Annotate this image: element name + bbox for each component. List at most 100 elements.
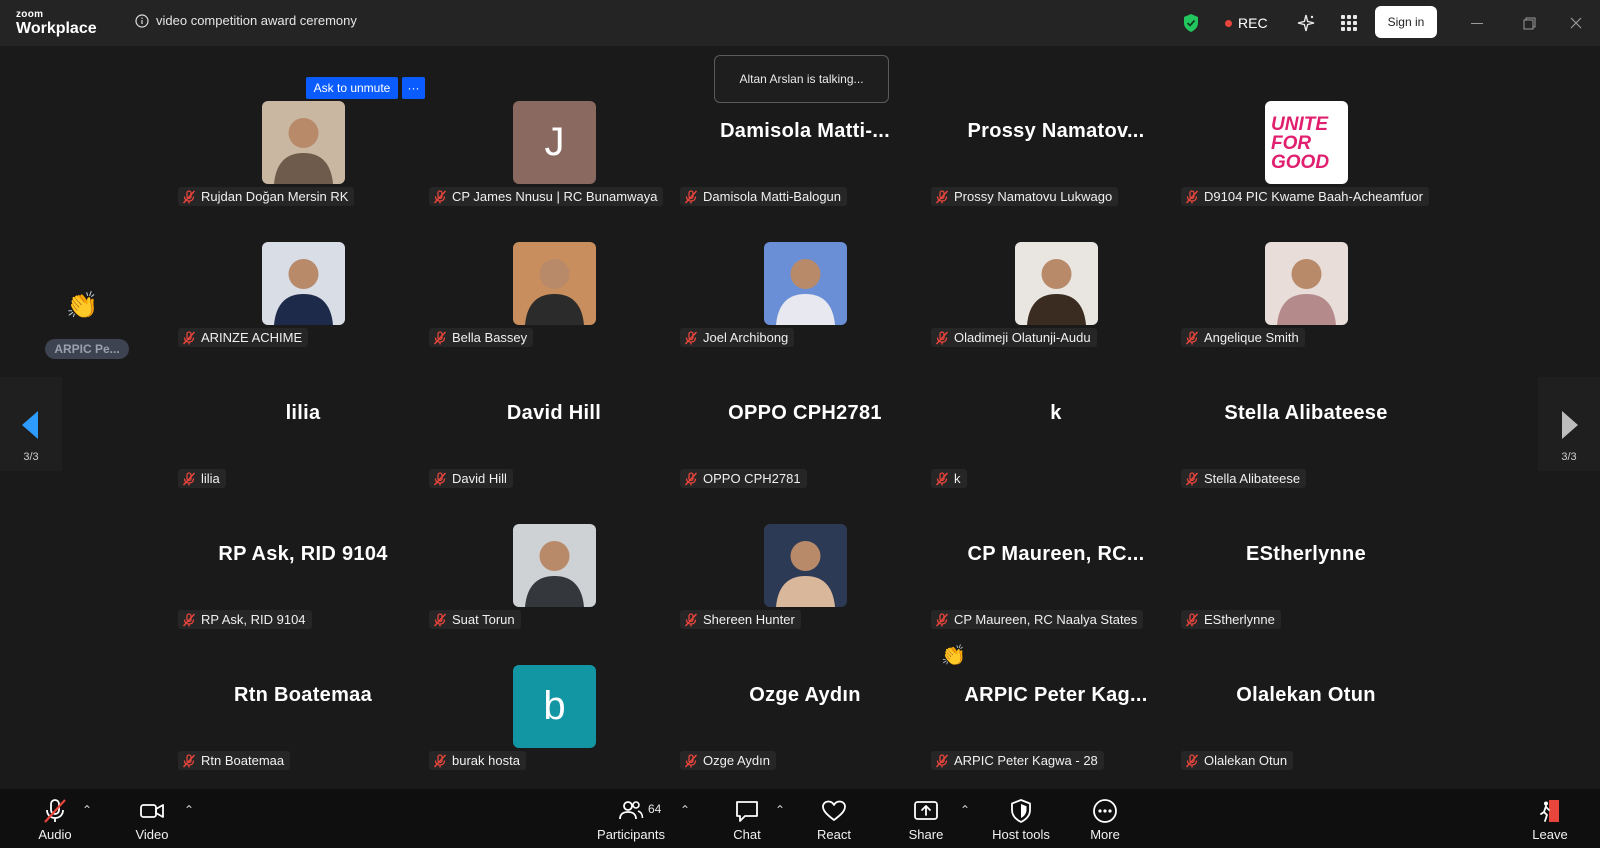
participant-tile[interactable]: Suat Torun [429,500,679,641]
share-button[interactable]: Share [904,789,948,848]
video-button[interactable]: Video [130,789,174,848]
audio-button[interactable]: Audio [33,789,77,848]
participant-name-label: EStherlynne [1181,610,1281,629]
side-participant-pill[interactable]: ARPIC Pe... [45,339,129,359]
participant-name-label: ARPIC Peter Kagwa - 28 [931,751,1104,770]
mic-muted-icon [1185,753,1199,768]
minimize-icon[interactable] [1468,14,1486,32]
participant-name-text: ARPIC Peter Kagwa - 28 [954,753,1098,768]
participant-name-label: lilia [178,469,226,488]
share-screen-icon [914,801,938,820]
participant-video-thumbnail [764,242,847,325]
participant-tile[interactable]: Rtn Boatemaa Rtn Boatemaa [178,641,428,782]
participant-name-label: Angelique Smith [1181,328,1305,347]
mic-muted-icon [935,189,949,204]
participant-name-text: Bella Bassey [452,330,528,345]
mic-muted-icon [433,471,447,486]
react-button[interactable]: React [812,789,856,848]
participant-tile[interactable]: kk [931,359,1181,500]
maximize-icon[interactable] [1520,14,1538,32]
leave-button[interactable]: Leave [1528,789,1572,848]
next-page-button[interactable]: 3/3 [1538,377,1600,471]
meeting-title[interactable]: video competition award ceremony [135,13,357,28]
participants-button[interactable]: Participants [594,789,668,848]
mic-muted-icon [684,471,698,486]
participant-name-label: Prossy Namatovu Lukwago [931,187,1119,206]
mic-muted-icon [433,189,447,204]
participant-tile[interactable]: Stella Alibateese Stella Alibateese [1181,359,1431,500]
participant-tile[interactable]: UNITE FOR GOOD D9104 PIC Kwame Baah-Acheamf… [1181,77,1431,218]
meeting-title-text: video competition award ceremony [156,13,357,28]
participant-name-text: D9104 PIC Kwame Baah-Acheamfuor [1204,189,1423,204]
participant-tile[interactable]: ARINZE ACHIME [178,218,428,359]
mic-muted-icon [182,612,196,627]
participant-name-label: RP Ask, RID 9104 [178,610,312,629]
participant-tile[interactable]: lilia lilia [178,359,428,500]
sign-in-button[interactable]: Sign in [1375,6,1437,38]
participant-count: 64 [648,802,662,816]
participant-display-name: Olalekan Otun [1236,684,1376,706]
share-options-chevron-icon[interactable]: ⌃ [960,803,970,817]
participant-name-label: Joel Archibong [680,328,795,347]
recording-indicator[interactable]: REC [1225,0,1268,46]
participant-tile[interactable]: OPPO CPH2781 OPPO CPH2781 [680,359,930,500]
participant-display-name: Stella Alibateese [1224,402,1388,424]
mic-muted-icon [182,330,196,345]
participant-tile[interactable]: Oladimeji Olatunji-Audu [931,218,1181,359]
participant-tile[interactable]: Ozge Aydın Ozge Aydın [680,641,930,782]
participant-tile[interactable]: Bella Bassey [429,218,679,359]
mic-muted-icon [433,753,447,768]
participant-name-label: ARINZE ACHIME [178,328,309,347]
ai-companion-icon[interactable] [1296,0,1316,46]
video-camera-icon [140,804,164,818]
participant-display-name: Damisola Matti-... [720,120,890,142]
participant-tile[interactable]: CP Maureen, RC... CP Maureen, RC Naalya S… [931,500,1181,667]
previous-page-button[interactable]: 3/3 [0,377,62,471]
mic-off-icon [44,799,66,823]
audio-options-chevron-icon[interactable]: ⌃ [82,803,92,817]
participant-tile[interactable]: Rujdan Doğan Mersin RK [178,77,428,218]
participant-tile[interactable]: Angelique Smith [1181,218,1431,359]
participant-name-label: CP Maureen, RC Naalya States [931,610,1144,629]
zoom-logo: zoom Workplace [16,9,97,37]
mic-muted-icon [433,612,447,627]
mic-muted-icon [684,189,698,204]
participant-name-label: Olalekan Otun [1181,751,1294,770]
participant-tile[interactable]: ARPIC Peter Kag... ARPIC Peter Kagwa - 28 [931,641,1181,782]
leave-door-icon [1540,800,1559,822]
participants-options-chevron-icon[interactable]: ⌃ [680,803,690,817]
participant-name-label: OPPO CPH2781 [680,469,807,488]
participant-tile[interactable]: Joel Archibong [680,218,930,359]
participant-tile[interactable]: J CP James Nnusu | RC Bunamwaya [429,77,679,218]
more-button[interactable]: More [1083,789,1127,848]
participant-tile[interactable]: b burak hosta [429,641,679,782]
chat-options-chevron-icon[interactable]: ⌃ [775,803,785,817]
encryption-shield-icon[interactable] [1182,0,1200,46]
participant-name-text: ARINZE ACHIME [201,330,303,345]
participant-tile[interactable]: EStherlynne EStherlynne [1181,500,1431,641]
participant-letter-avatar: J [513,101,596,184]
participant-tile[interactable]: Prossy Namatov... Prossy Namatovu Lukwago [931,77,1181,218]
participant-tile[interactable]: Damisola Matti-... Damisola Matti-Balogun [680,77,930,218]
participant-tile[interactable]: Shereen Hunter [680,500,930,641]
chat-button[interactable]: Chat [725,789,769,848]
participant-video-thumbnail [764,524,847,607]
participant-video-thumbnail [262,242,345,325]
participant-display-name: RP Ask, RID 9104 [218,543,388,565]
participant-name-label: burak hosta [429,751,526,770]
participant-name-label: Damisola Matti-Balogun [680,187,848,206]
host-tools-button[interactable]: Host tools [990,789,1052,848]
apps-grid-icon[interactable] [1340,0,1358,46]
host-shield-icon [1011,799,1031,823]
participants-icon [619,801,644,820]
participant-tile[interactable]: Olalekan Otun Olalekan Otun [1181,641,1431,782]
participant-tile[interactable]: David Hill David Hill [429,359,679,500]
mic-muted-icon [935,612,949,627]
participant-tile[interactable]: RP Ask, RID 9104 RP Ask, RID 9104 [178,500,428,641]
participant-name-text: RP Ask, RID 9104 [201,612,306,627]
participant-name-label: Oladimeji Olatunji-Audu [931,328,1097,347]
mic-muted-icon [1185,612,1199,627]
video-options-chevron-icon[interactable]: ⌃ [184,803,194,817]
participant-name-text: Joel Archibong [703,330,789,345]
close-icon[interactable] [1567,14,1585,32]
